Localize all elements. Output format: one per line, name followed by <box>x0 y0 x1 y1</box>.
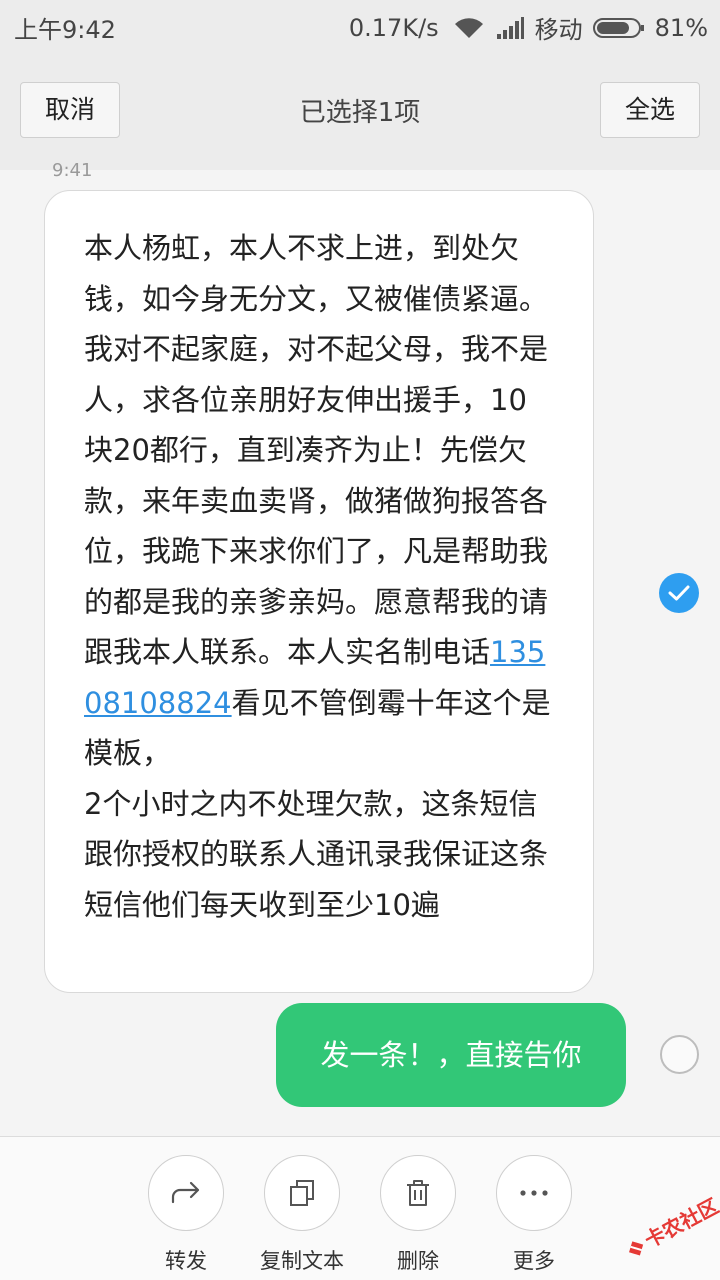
message-selected-checkbox[interactable] <box>659 573 699 613</box>
checkmark-icon <box>668 585 690 601</box>
incoming-text-part1: 本人杨虹，本人不求上进，到处欠钱，如今身无分文，又被催债紧逼。我对不起家庭，对不… <box>84 231 549 669</box>
carrier-name: 移动 <box>534 16 583 44</box>
delete-label: 删除 <box>397 1249 439 1273</box>
forward-icon <box>171 1181 200 1204</box>
trash-icon <box>407 1180 429 1206</box>
community-watermark: 卡农社区 <box>612 1188 720 1268</box>
copy-icon <box>290 1180 314 1206</box>
forward-button-circle <box>148 1155 224 1231</box>
signal-icon <box>495 16 525 40</box>
status-time: 上午9:42 <box>14 16 116 44</box>
watermark-logo-icon: 卡农社区 <box>629 1194 720 1256</box>
incoming-message-bubble[interactable]: 本人杨虹，本人不求上进，到处欠钱，如今身无分文，又被催债紧逼。我对不起家庭，对不… <box>44 190 594 993</box>
select-all-button[interactable]: 全选 <box>600 82 700 138</box>
message-timestamp: 9:41 <box>52 160 93 181</box>
incoming-message-text: 本人杨虹，本人不求上进，到处欠钱，如今身无分文，又被催债紧逼。我对不起家庭，对不… <box>84 223 555 779</box>
more-button-circle <box>496 1155 572 1231</box>
copy-text-label: 复制文本 <box>260 1249 344 1273</box>
status-right: 0.17K/s 移动 81% <box>349 10 708 45</box>
selection-header: 取消 已选择1项 全选 <box>0 52 720 170</box>
delete-button[interactable]: 删除 <box>358 1155 478 1275</box>
outgoing-message-text: 发一条！，直接告你 <box>320 1038 582 1072</box>
outgoing-message-bubble[interactable]: 发一条！，直接告你 <box>276 1003 626 1107</box>
battery-percent: 81% <box>654 13 708 42</box>
incoming-message-text-2: 2个小时之内不处理欠款，这条短信跟你授权的联系人通讯录我保证这条短信他们每天收到… <box>84 786 549 922</box>
copy-text-button[interactable]: 复制文本 <box>242 1155 362 1275</box>
wifi-icon <box>453 16 485 40</box>
forward-label: 转发 <box>165 1249 207 1273</box>
more-label: 更多 <box>513 1249 555 1273</box>
message-unselected-checkbox[interactable] <box>660 1035 699 1074</box>
status-bar: 上午9:42 0.17K/s 移动 81% <box>0 0 720 52</box>
more-button[interactable]: 更多 <box>474 1155 594 1275</box>
network-speed: 0.17K/s <box>348 13 439 42</box>
battery-icon <box>592 16 645 40</box>
copy-button-circle <box>264 1155 340 1231</box>
more-icon <box>520 1190 548 1196</box>
svg-text:卡农社区: 卡农社区 <box>641 1194 720 1253</box>
delete-button-circle <box>380 1155 456 1231</box>
forward-button[interactable]: 转发 <box>126 1155 246 1275</box>
